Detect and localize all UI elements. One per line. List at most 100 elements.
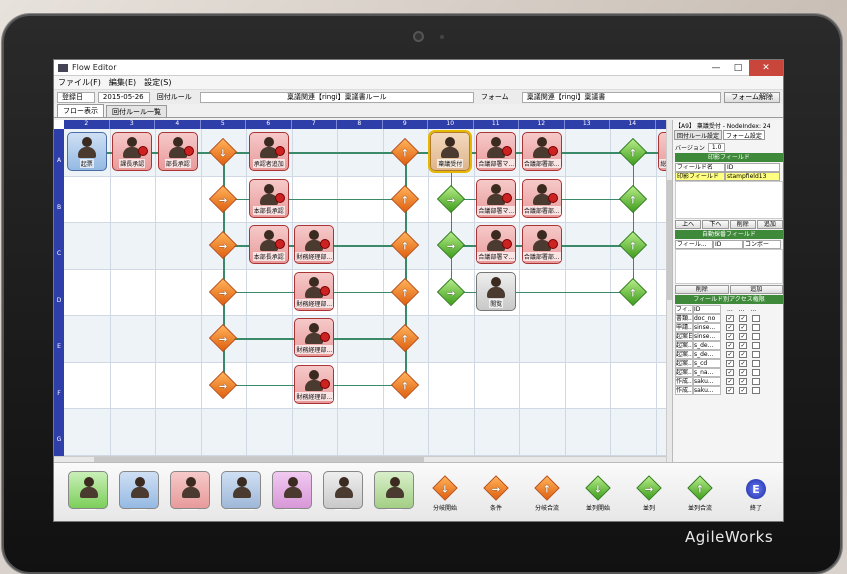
access-row[interactable]: 作成... saku... ✓ ✓ (675, 377, 783, 386)
write-checkbox[interactable]: ✓ (739, 324, 747, 331)
parallel-gate-icon[interactable]: ↑ (618, 184, 647, 213)
hide-checkbox[interactable] (752, 324, 760, 331)
read-checkbox[interactable]: ✓ (726, 387, 734, 394)
tab-route-list[interactable]: 回付ルール一覧 (106, 105, 167, 117)
flow-node[interactable]: 課長承認 (112, 132, 153, 172)
read-checkbox[interactable]: ✓ (726, 342, 734, 349)
stamp-row[interactable]: 印影フィールド stampfield13 (675, 172, 783, 181)
access-row[interactable]: 起案日 sinse... ✓ ✓ (675, 332, 783, 341)
hide-checkbox[interactable] (752, 315, 760, 322)
form-field[interactable]: 稟議関連【ringi】稟議書 (521, 91, 722, 103)
tab-route-settings[interactable]: 回付ルール設定 (674, 130, 723, 140)
flow-node[interactable]: 稟議受付 (428, 130, 473, 174)
tab-flow-view[interactable]: フロー表示 (57, 104, 104, 117)
hide-checkbox[interactable] (752, 351, 760, 358)
flow-node[interactable]: 部長承認 (157, 132, 198, 172)
flow-node[interactable]: 財務経理部... (294, 225, 335, 265)
access-row[interactable]: 起案... s_de... ✓ ✓ (675, 341, 783, 350)
read-checkbox[interactable]: ✓ (726, 324, 734, 331)
palette-item[interactable]: 作成 (64, 471, 112, 510)
menu-settings[interactable]: 設定(S) (144, 77, 171, 88)
palette-item[interactable]: 承認 (166, 471, 214, 510)
parallel-gate-icon[interactable]: ↑ (618, 277, 647, 306)
form-cancel-button[interactable]: フォーム解除 (724, 91, 780, 103)
move-down-button[interactable]: 下へ (702, 220, 729, 229)
write-checkbox[interactable]: ✓ (739, 378, 747, 385)
palette-gate[interactable]: → 並列 (623, 475, 675, 512)
access-row[interactable]: 起案... s_cd ✓ ✓ (675, 359, 783, 368)
flow-node[interactable]: 本部長承認 (248, 225, 289, 265)
palette-gate[interactable]: ↑ 並列合流 (674, 475, 726, 512)
palette-end[interactable]: E 終了 (730, 479, 782, 512)
palette-item[interactable]: 閲覧 (319, 471, 367, 510)
menu-file[interactable]: ファイル(F) (58, 77, 101, 88)
palette-gate[interactable]: ↑ 分岐合流 (521, 475, 573, 512)
minimize-icon[interactable]: — (705, 60, 727, 76)
hide-checkbox[interactable] (752, 342, 760, 349)
palette-gate[interactable]: ↓ 分岐開始 (419, 475, 471, 512)
access-row[interactable]: 申請... sinse... ✓ ✓ (675, 323, 783, 332)
tab-form-settings[interactable]: フォーム設定 (723, 130, 765, 140)
hide-checkbox[interactable] (752, 387, 760, 394)
branch-gate-icon[interactable]: ↑ (391, 184, 420, 213)
palette-item[interactable]: 自動申請 (217, 471, 265, 510)
flow-node[interactable]: 財務経理部... (294, 364, 335, 404)
flow-node[interactable]: 起票 (66, 132, 107, 172)
flow-node[interactable]: 合議部署マ... (476, 225, 517, 265)
hide-checkbox[interactable] (752, 378, 760, 385)
close-icon[interactable]: ✕ (749, 60, 783, 76)
write-checkbox[interactable]: ✓ (739, 342, 747, 349)
access-row[interactable]: 作成... saku... ✓ ✓ (675, 386, 783, 395)
write-checkbox[interactable]: ✓ (739, 351, 747, 358)
flow-node[interactable]: 合議部署部... (521, 178, 562, 218)
palette-gate[interactable]: ↓ 並列開始 (572, 475, 624, 512)
menu-edit[interactable]: 編集(E) (109, 77, 136, 88)
flow-node[interactable]: 合議部署部... (521, 132, 562, 172)
flow-node[interactable]: 承認者追加 (248, 132, 289, 172)
route-field[interactable]: 稟議関連【ringi】稟議書ルール (199, 91, 474, 103)
access-row[interactable]: 書類... doc_no ✓ ✓ (675, 314, 783, 323)
write-checkbox[interactable]: ✓ (739, 360, 747, 367)
flow-node[interactable]: 合議部署部... (521, 225, 562, 265)
branch-gate-icon[interactable]: → (209, 184, 238, 213)
parallel-gate-icon[interactable]: → (436, 184, 465, 213)
branch-gate-icon[interactable]: → (209, 277, 238, 306)
read-checkbox[interactable]: ✓ (726, 351, 734, 358)
palette-item[interactable]: 報告 (268, 471, 316, 510)
read-checkbox[interactable]: ✓ (726, 378, 734, 385)
write-checkbox[interactable]: ✓ (739, 315, 747, 322)
read-checkbox[interactable]: ✓ (726, 315, 734, 322)
flow-node[interactable]: 閲覧 (476, 271, 517, 311)
delete-button[interactable]: 削除 (729, 220, 756, 229)
flow-node[interactable]: 財務経理部... (294, 318, 335, 358)
version-field[interactable]: 1.0 (707, 142, 726, 152)
date-field[interactable]: 2015-05-26 (97, 91, 150, 103)
write-checkbox[interactable]: ✓ (739, 333, 747, 340)
hide-checkbox[interactable] (752, 333, 760, 340)
maximize-icon[interactable]: □ (727, 60, 749, 76)
read-checkbox[interactable]: ✓ (726, 360, 734, 367)
access-row[interactable]: 起案... s_na... ✓ ✓ (675, 368, 783, 377)
write-checkbox[interactable]: ✓ (739, 387, 747, 394)
add-button[interactable]: 追加 (756, 220, 783, 229)
auto-add-button[interactable]: 追加 (729, 285, 783, 294)
read-checkbox[interactable]: ✓ (726, 369, 734, 376)
palette-item[interactable]: 保留 (370, 471, 418, 510)
flow-node[interactable]: 本部長承認 (248, 178, 289, 218)
branch-gate-icon[interactable]: ↑ (391, 370, 420, 399)
flow-node[interactable]: 財務経理部... (294, 271, 335, 311)
parallel-gate-icon[interactable]: → (436, 277, 465, 306)
branch-gate-icon[interactable]: ↑ (391, 277, 420, 306)
palette-gate[interactable]: → 条件 (470, 475, 522, 512)
flow-node[interactable]: 合議部署マ... (476, 178, 517, 218)
flow-node[interactable]: 総括部長承... (658, 132, 666, 172)
auto-delete-button[interactable]: 削除 (675, 285, 729, 294)
flow-grid[interactable]: 234567891011121314 ABCDEFG ↓→→→→→↑↑↑↑↑↑↓… (54, 120, 666, 456)
branch-gate-icon[interactable]: → (209, 370, 238, 399)
flow-node[interactable]: 合議部署マ... (476, 132, 517, 172)
hide-checkbox[interactable] (752, 369, 760, 376)
read-checkbox[interactable]: ✓ (726, 333, 734, 340)
write-checkbox[interactable]: ✓ (739, 369, 747, 376)
move-up-button[interactable]: 上へ (675, 220, 702, 229)
palette-item[interactable]: 申請 (115, 471, 163, 510)
